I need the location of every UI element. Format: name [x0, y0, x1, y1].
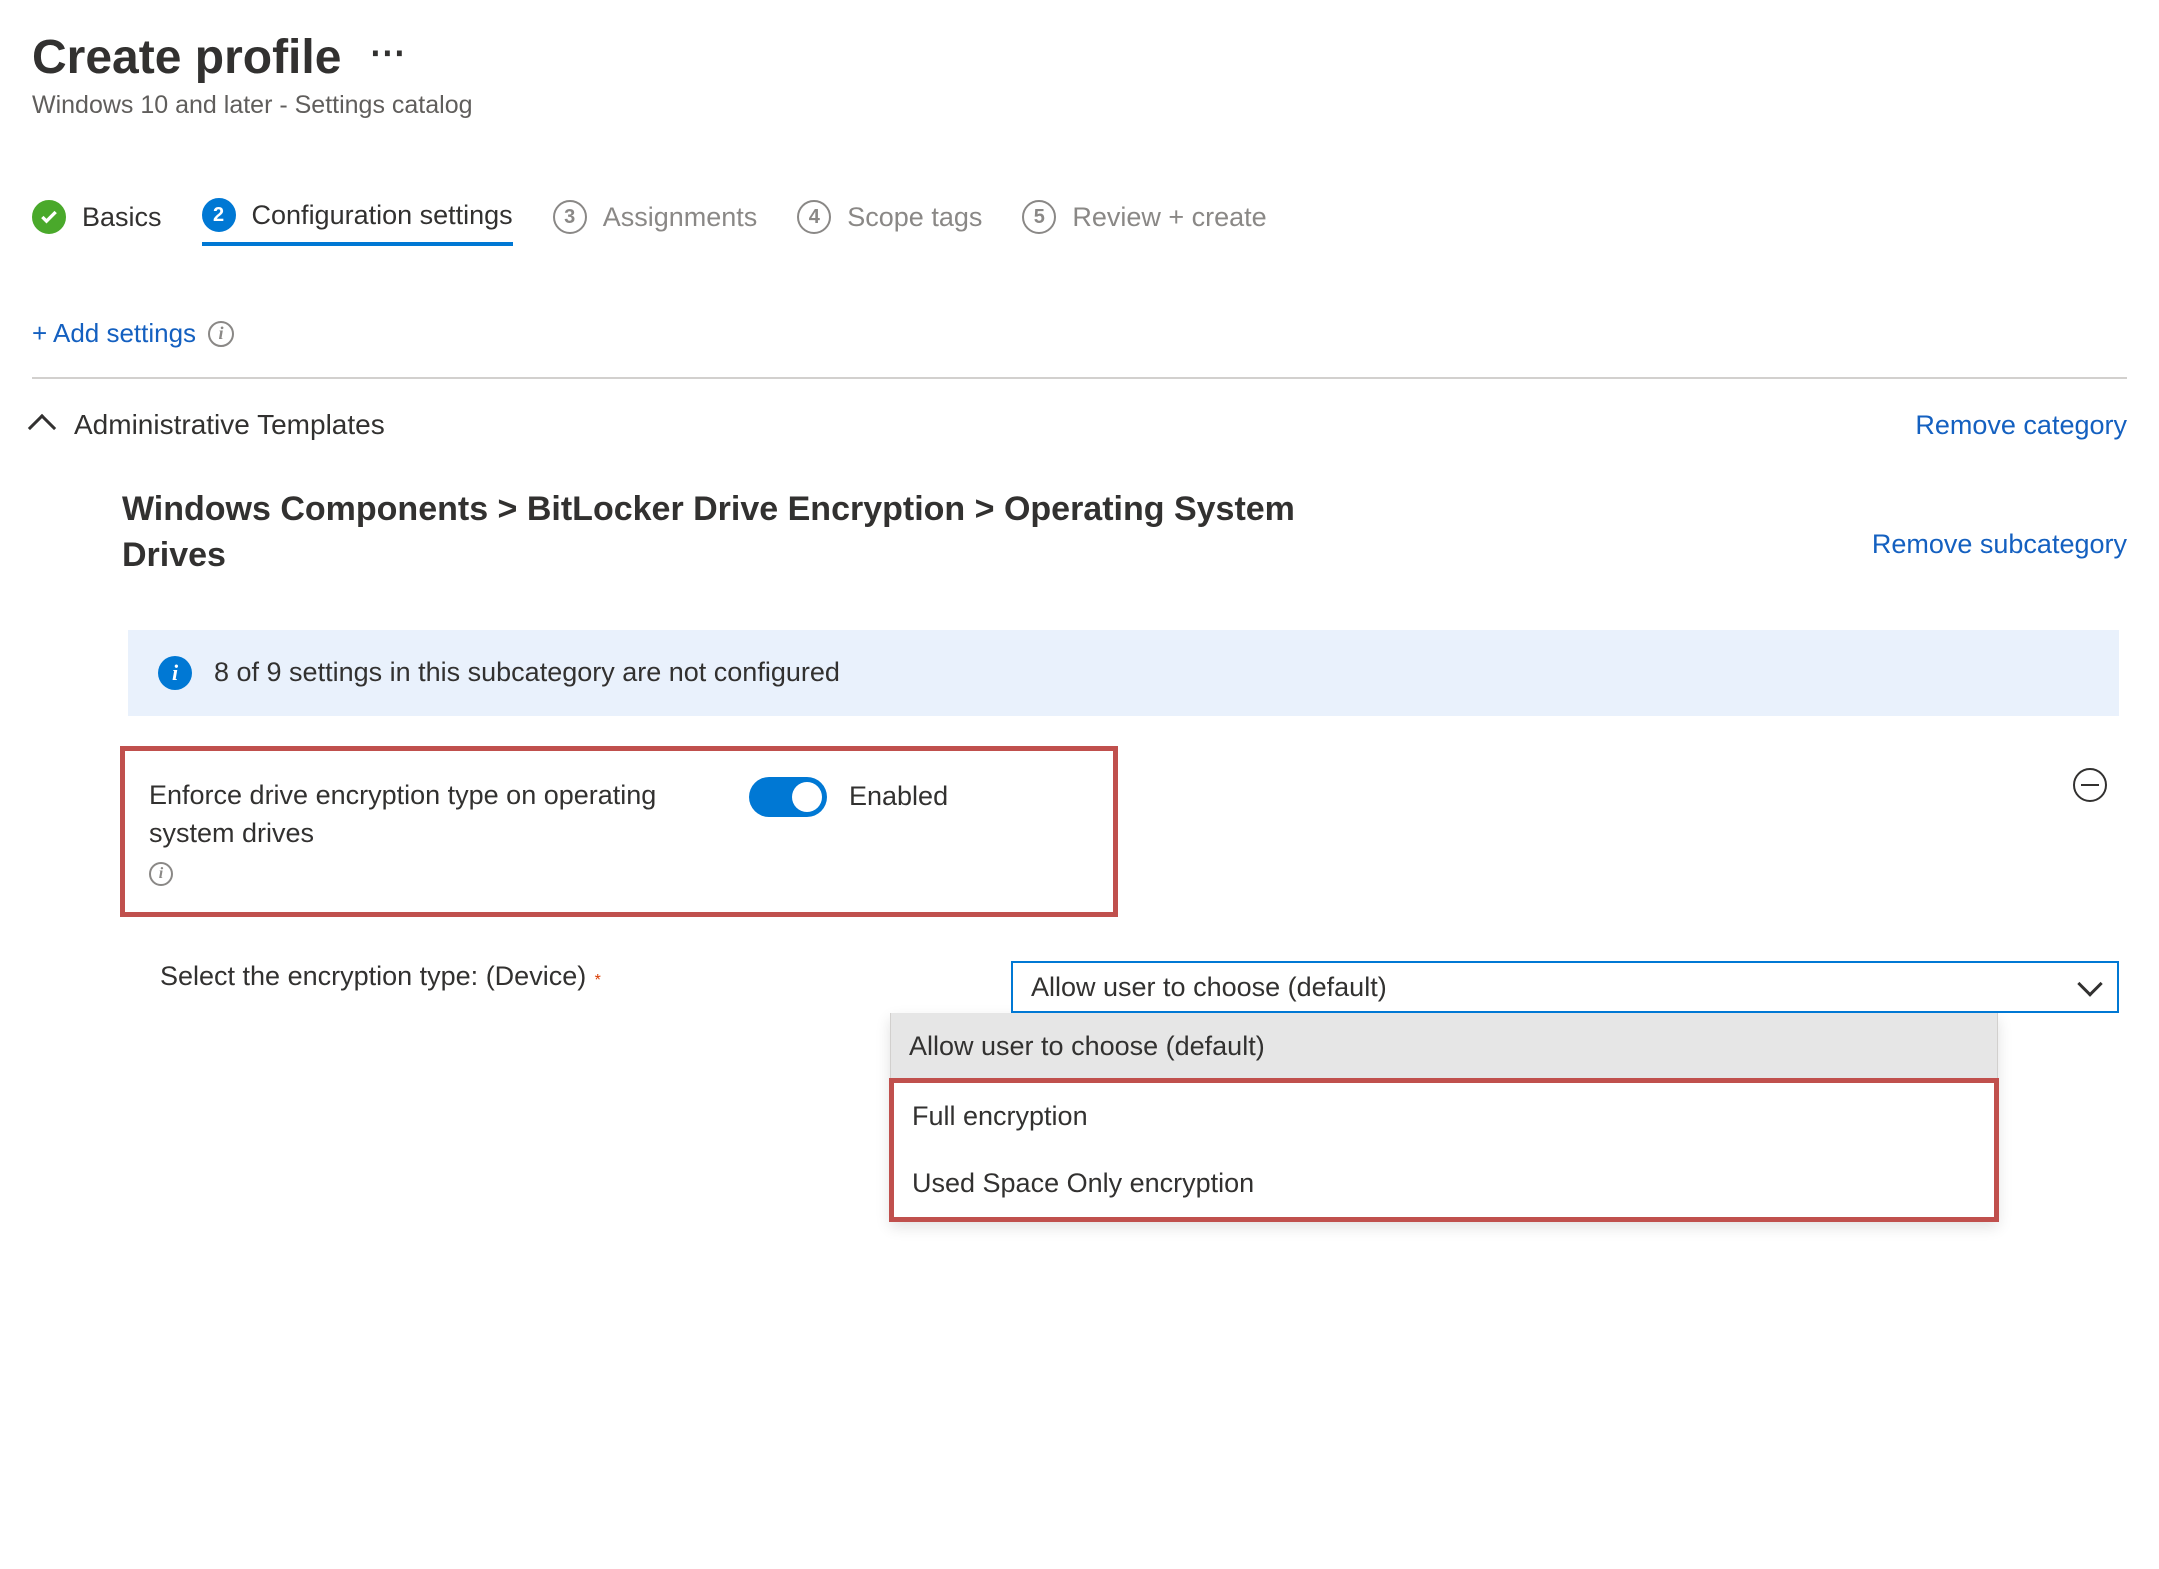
info-icon: i — [158, 656, 192, 690]
step-number-icon: 4 — [797, 200, 831, 234]
step-review-create[interactable]: 5 Review + create — [1022, 200, 1266, 244]
info-message: 8 of 9 settings in this subcategory are … — [214, 657, 840, 688]
step-label: Review + create — [1072, 202, 1266, 233]
step-label: Scope tags — [847, 202, 982, 233]
step-label: Assignments — [603, 202, 758, 233]
option-allow-user-choose[interactable]: Allow user to choose (default) — [891, 1013, 1997, 1080]
encryption-type-label: Select the encryption type: (Device) — [160, 961, 586, 991]
encryption-type-options: Allow user to choose (default) Full encr… — [890, 1013, 1998, 1221]
chevron-down-icon — [2077, 972, 2102, 997]
page-subtitle: Windows 10 and later - Settings catalog — [32, 91, 2127, 120]
step-assignments[interactable]: 3 Assignments — [553, 200, 758, 244]
option-used-space-only[interactable]: Used Space Only encryption — [894, 1150, 1994, 1217]
info-icon[interactable]: i — [149, 862, 173, 886]
required-indicator: * — [595, 972, 601, 989]
dropdown-selected-value: Allow user to choose (default) — [1031, 972, 1387, 1003]
checkmark-icon — [32, 200, 66, 234]
wizard-stepper: Basics 2 Configuration settings 3 Assign… — [32, 198, 2127, 246]
setting-label: Enforce drive encryption type on operati… — [149, 777, 669, 853]
step-label: Basics — [82, 202, 162, 233]
page-title-text: Create profile — [32, 30, 341, 85]
toggle-state-label: Enabled — [849, 781, 948, 812]
info-icon[interactable]: i — [208, 321, 234, 347]
info-banner: i 8 of 9 settings in this subcategory ar… — [128, 630, 2119, 716]
enabled-toggle[interactable] — [749, 777, 827, 817]
step-scope-tags[interactable]: 4 Scope tags — [797, 200, 982, 244]
page-title: Create profile ⋯ — [32, 30, 2127, 85]
step-number-icon: 2 — [202, 198, 236, 232]
step-number-icon: 5 — [1022, 200, 1056, 234]
step-number-icon: 3 — [553, 200, 587, 234]
step-configuration-settings[interactable]: 2 Configuration settings — [202, 198, 513, 246]
remove-subcategory-link[interactable]: Remove subcategory — [1872, 529, 2127, 560]
setting-enforce-encryption-type: Enforce drive encryption type on operati… — [120, 746, 1118, 918]
step-basics[interactable]: Basics — [32, 200, 162, 244]
chevron-up-icon[interactable] — [28, 414, 56, 442]
option-full-encryption[interactable]: Full encryption — [894, 1083, 1994, 1150]
add-settings-link[interactable]: + Add settings — [32, 318, 196, 349]
step-label: Configuration settings — [252, 200, 513, 231]
divider — [32, 377, 2127, 379]
remove-category-link[interactable]: Remove category — [1915, 410, 2127, 441]
remove-setting-icon[interactable] — [2073, 768, 2107, 802]
encryption-type-dropdown[interactable]: Allow user to choose (default) — [1011, 961, 2119, 1013]
category-name: Administrative Templates — [74, 409, 385, 441]
